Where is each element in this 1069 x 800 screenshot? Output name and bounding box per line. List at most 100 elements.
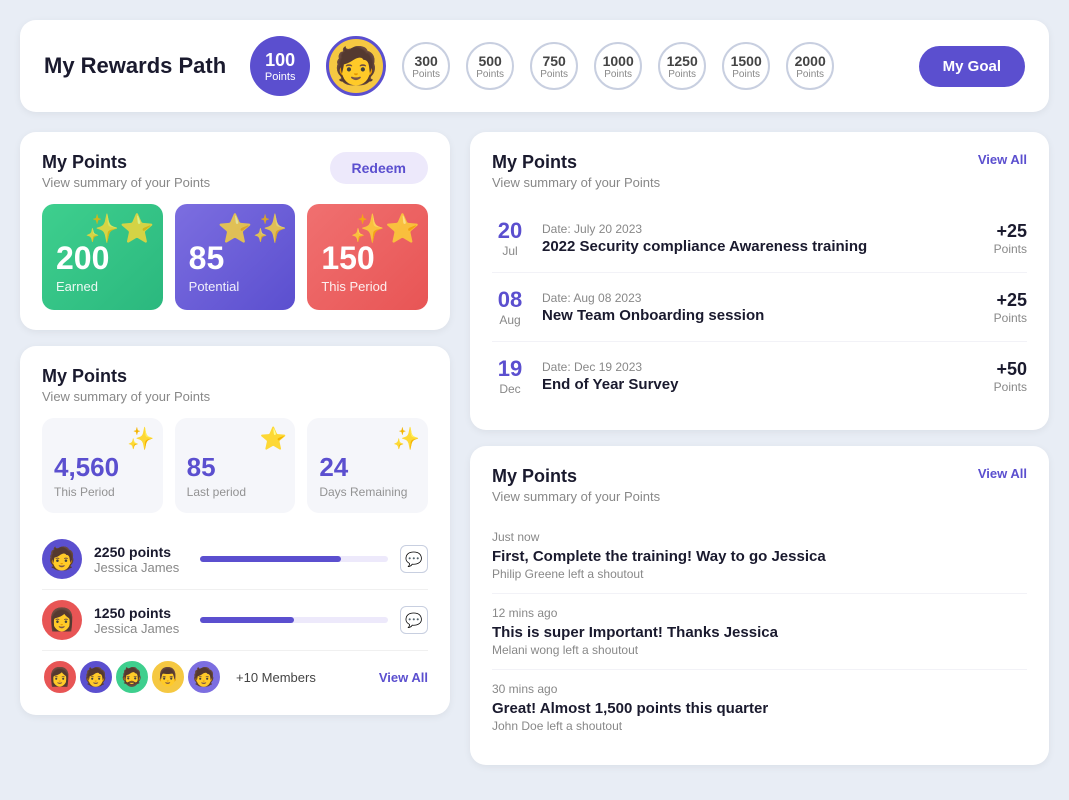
activity-date-line-1: Date: July 20 2023 (542, 222, 980, 236)
activity-date-2: 08 Aug (492, 287, 528, 327)
points-detail-card: My Points View summary of your Points ✨ … (20, 346, 450, 715)
shoutout-from-3: John Doe left a shoutout (492, 719, 1027, 733)
activity-pts-lbl-3: Points (994, 380, 1027, 394)
last-period-detail-value: 85 (187, 452, 284, 483)
activity-date-line-3: Date: Dec 19 2023 (542, 360, 980, 374)
sparkle-icon: ✨ (127, 426, 154, 452)
activity-month-3: Dec (492, 382, 528, 396)
activity-month-1: Jul (492, 244, 528, 258)
main-grid: My Points View summary of your Points Re… (20, 132, 1049, 765)
activity-pts-lbl-1: Points (994, 242, 1027, 256)
shoutout-time-1: Just now (492, 530, 1027, 544)
days-remaining-label: Days Remaining (319, 485, 416, 499)
activity-day-1: 20 (492, 218, 528, 244)
detail-tiles: ✨ 4,560 This Period ⭐ 85 Last period ✨ 2… (42, 418, 428, 513)
points-summary-title: My Points (42, 152, 210, 173)
shoutouts-view-all[interactable]: View All (978, 466, 1027, 481)
member-avatar-2: 🧑 (78, 659, 114, 695)
lb-points-2: 1250 points (94, 605, 188, 621)
member-avatar-3: 🧔 (114, 659, 150, 695)
shoutout-from-1: Philip Greene left a shoutout (492, 567, 1027, 581)
shoutouts-card: My Points View summary of your Points Vi… (470, 446, 1049, 765)
points-detail-title: My Points (42, 366, 428, 387)
shoutout-from-2: Melani wong left a shoutout (492, 643, 1027, 657)
activity-pts-val-2: +25 (994, 290, 1027, 311)
shoutout-row-3: 30 mins ago Great! Almost 1,500 points t… (492, 670, 1027, 745)
shoutout-message-2: This is super Important! Thanks Jessica (492, 624, 1027, 641)
shoutouts-title: My Points (492, 466, 660, 487)
activity-name-1: 2022 Security compliance Awareness train… (542, 238, 980, 255)
this-period-detail-label: This Period (54, 485, 151, 499)
members-row: 👩 🧑 🧔 👨 🧑 +10 Members View All (42, 659, 428, 695)
current-points-label: Points (265, 71, 296, 83)
activity-row-3: 19 Dec Date: Dec 19 2023 End of Year Sur… (492, 342, 1027, 410)
this-period-value: 150 (321, 240, 414, 277)
leaderboard-row-2: 👩 1250 points Jessica James 💬 (42, 590, 428, 651)
activity-date-1: 20 Jul (492, 218, 528, 258)
milestone-1250: 1250 Points (658, 42, 706, 90)
milestone-1500: 1500 Points (722, 42, 770, 90)
leaderboard-row-1: 🧑 2250 points Jessica James 💬 (42, 529, 428, 590)
potential-label: Potential (189, 279, 282, 294)
activity-pts-val-1: +25 (994, 221, 1027, 242)
member-avatar-5: 🧑 (186, 659, 222, 695)
points-tiles: ✨⭐ 200 Earned ⭐✨ 85 Potential ✨⭐ 150 Thi… (42, 204, 428, 310)
member-avatar-4: 👨 (150, 659, 186, 695)
activity-pts-val-3: +50 (994, 359, 1027, 380)
days-remaining-detail: ✨ 24 Days Remaining (307, 418, 428, 513)
activity-subtitle: View summary of your Points (492, 175, 660, 190)
shoutouts-subtitle: View summary of your Points (492, 489, 660, 504)
activity-month-2: Aug (492, 313, 528, 327)
milestone-500: 500 Points (466, 42, 514, 90)
star-icon: ⭐ (260, 426, 287, 452)
this-period-tile: ✨⭐ 150 This Period (307, 204, 428, 310)
shoutout-row-1: Just now First, Complete the training! W… (492, 518, 1027, 594)
sparkle-icon-2: ✨ (393, 426, 420, 452)
activity-row-1: 20 Jul Date: July 20 2023 2022 Security … (492, 204, 1027, 273)
last-period-detail: ⭐ 85 Last period (175, 418, 296, 513)
potential-value: 85 (189, 240, 282, 277)
lb-bar-1 (200, 556, 341, 562)
current-points-value: 100 (265, 50, 295, 71)
activity-row-2: 08 Aug Date: Aug 08 2023 New Team Onboar… (492, 273, 1027, 342)
members-view-all[interactable]: View All (379, 670, 428, 685)
points-detail-subtitle: View summary of your Points (42, 389, 428, 404)
redeem-button[interactable]: Redeem (330, 152, 428, 184)
activity-name-3: End of Year Survey (542, 376, 980, 393)
chat-icon-1[interactable]: 💬 (400, 545, 428, 573)
user-avatar: 🧑 (326, 36, 386, 96)
shoutout-row-2: 12 mins ago This is super Important! Tha… (492, 594, 1027, 670)
activity-title: My Points (492, 152, 660, 173)
lb-bar-2 (200, 617, 294, 623)
activity-view-all[interactable]: View All (978, 152, 1027, 167)
points-summary-subtitle: View summary of your Points (42, 175, 210, 190)
last-period-detail-label: Last period (187, 485, 284, 499)
days-remaining-value: 24 (319, 452, 416, 483)
earned-value: 200 (56, 240, 149, 277)
shoutout-message-3: Great! Almost 1,500 points this quarter (492, 700, 1027, 717)
shoutout-message-1: First, Complete the training! Way to go … (492, 548, 1027, 565)
lb-bar-wrap-2 (200, 617, 388, 623)
stars-icon: ✨⭐ (85, 212, 155, 245)
milestone-1000: 1000 Points (594, 42, 642, 90)
activity-card: My Points View summary of your Points Vi… (470, 132, 1049, 430)
this-period-detail-value: 4,560 (54, 452, 151, 483)
chat-icon-2[interactable]: 💬 (400, 606, 428, 634)
activity-day-2: 08 (492, 287, 528, 313)
milestone-300: 300 Points (402, 42, 450, 90)
lb-points-1: 2250 points (94, 544, 188, 560)
current-milestone: 100 Points (250, 36, 310, 96)
this-period-detail: ✨ 4,560 This Period (42, 418, 163, 513)
milestone-2000: 2000 Points (786, 42, 834, 90)
left-column: My Points View summary of your Points Re… (20, 132, 450, 765)
shoutout-time-3: 30 mins ago (492, 682, 1027, 696)
lb-avatar-1: 🧑 (42, 539, 82, 579)
earned-tile: ✨⭐ 200 Earned (42, 204, 163, 310)
activity-pts-lbl-2: Points (994, 311, 1027, 325)
stars-icon-3: ✨⭐ (350, 212, 420, 245)
my-goal-button[interactable]: My Goal (919, 46, 1025, 87)
stars-icon-2: ⭐✨ (218, 212, 288, 245)
lb-avatar-2: 👩 (42, 600, 82, 640)
page-title: My Rewards Path (44, 53, 226, 79)
shoutout-time-2: 12 mins ago (492, 606, 1027, 620)
